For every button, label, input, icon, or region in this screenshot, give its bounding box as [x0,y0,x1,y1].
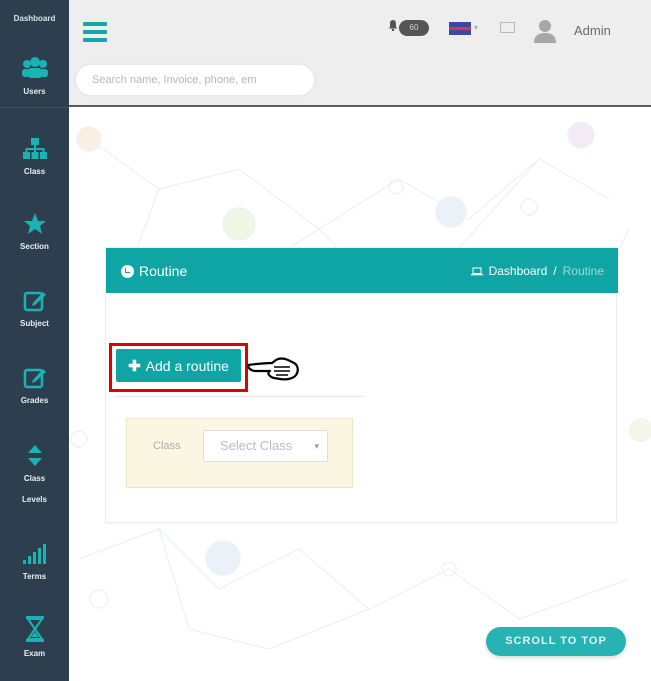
sidebar-item-label: Users [23,87,46,96]
sidebar-item-grades[interactable]: Grades [0,366,69,405]
laptop-icon [470,267,483,275]
page-title: Routine [121,263,187,279]
sidebar-item-label: Terms [22,572,47,581]
sidebar-item-terms[interactable]: Terms [0,542,69,581]
users-icon [21,57,48,78]
bell-icon[interactable] [387,19,399,31]
sidebar-item-label: Exam [23,649,46,658]
breadcrumb-home-link[interactable]: Dashboard [489,264,548,278]
class-select[interactable]: Select Class ▾ [203,430,328,462]
card-header: Routine Dashboard / Routine [106,248,618,293]
sidebar-item-label: Grades [20,396,49,405]
sort-icon [27,445,42,466]
sidebar-item-exam[interactable]: Exam [0,615,69,658]
chevron-down-icon: ▾ [314,441,319,451]
hourglass-icon [25,616,44,642]
user-name[interactable]: Admin [574,23,611,38]
plus-icon: ✚ [128,357,141,375]
edit-icon [23,291,46,312]
notification-badge[interactable]: 60 [399,20,429,36]
pointing-hand-icon [246,357,299,381]
search-input[interactable] [76,65,314,95]
add-routine-button[interactable]: ✚ Add a routine [116,349,241,382]
sidebar-item-section[interactable]: Section [0,212,69,251]
class-filter-label: Class [153,440,181,452]
sidebar-item-class-levels[interactable]: Class Levels [0,444,69,510]
hamburger-menu-icon[interactable] [83,22,107,42]
avatar[interactable] [533,18,557,44]
page-title-text: Routine [139,263,188,279]
sidebar-item-label: Class [23,167,46,176]
class-filter-panel: Class Select Class ▾ [126,418,353,488]
language-flag-icon[interactable] [449,22,471,35]
sidebar-item-subject[interactable]: Subject [0,289,69,328]
mail-icon[interactable] [500,22,515,33]
add-routine-label: Add a routine [145,357,229,374]
routine-card: Routine Dashboard / Routine ✚ Add a rout… [105,247,618,523]
signal-bars-icon [22,544,46,564]
sidebar-item-label: Levels [22,495,47,504]
sidebar-divider [0,107,69,108]
sidebar-item-label: Section [20,242,49,251]
sidebar-item-class[interactable]: Class [0,137,69,176]
sidebar-item-label: Subject [20,319,49,328]
sidebar: Dashboard Users Class Section Subject Gr… [0,0,69,681]
sidebar-dashboard-label[interactable]: Dashboard [0,14,69,23]
breadcrumb-separator: / [553,264,557,278]
scroll-to-top-button[interactable]: SCROLL TO TOP [486,627,626,656]
clock-check-icon [121,264,134,278]
breadcrumb-current: Routine [562,264,604,278]
sidebar-item-users[interactable]: Users [0,55,69,96]
class-select-value: Select Class [220,438,293,453]
star-icon [23,213,46,234]
edit-icon [23,368,46,389]
chevron-down-icon[interactable]: ▾ [474,23,478,32]
divider [116,396,363,397]
breadcrumb: Dashboard / Routine [470,264,604,278]
sidebar-item-label: Class [23,474,46,483]
top-header: 60 ▾ Admin [69,0,651,107]
sitemap-icon [22,138,47,159]
